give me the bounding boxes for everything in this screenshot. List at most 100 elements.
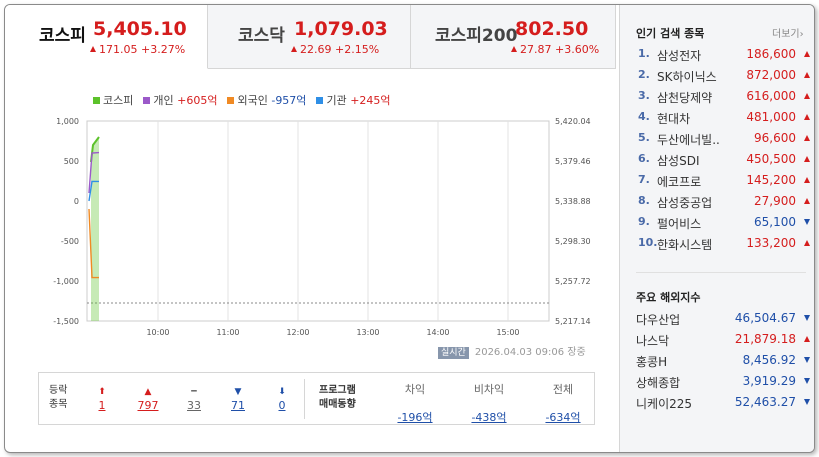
- investor-chart: 1,000 500 0 -500 -1,000 -1,500 5,420.04 5,379.4…: [53, 117, 591, 337]
- rank: 3.: [638, 89, 650, 102]
- down-triangle-icon: [804, 219, 810, 225]
- stock-price: 27,900: [754, 194, 796, 208]
- popular-item[interactable]: 10. 한화시스템 133,200: [638, 236, 810, 256]
- y-right-tick: 5,379.46: [555, 157, 591, 166]
- down-triangle-icon: [804, 378, 810, 384]
- program-column: 비차익 -438억: [459, 381, 519, 425]
- rank: 4.: [638, 110, 650, 123]
- more-link[interactable]: 더보기›: [772, 25, 804, 40]
- index-price: 8,456.92: [742, 353, 796, 367]
- tab-price: 802.50: [515, 18, 589, 40]
- program-value: -634억: [545, 411, 581, 424]
- y-right-tick: 5,420.04: [555, 117, 591, 126]
- divider: [304, 379, 305, 419]
- stock-name: 삼성SDI: [657, 154, 700, 168]
- popular-item[interactable]: 4. 현대차 481,000: [638, 110, 810, 130]
- popular-item[interactable]: 8. 삼성중공업 27,900: [638, 194, 810, 214]
- up-triangle-icon: [804, 51, 810, 57]
- program-header: 차익: [404, 383, 426, 396]
- rank: 6.: [638, 152, 650, 165]
- world-index-item[interactable]: 니케이225 52,463.27: [636, 395, 810, 415]
- index-name: 니케이225: [636, 397, 693, 411]
- up-triangle-icon: [804, 240, 810, 246]
- index-panel: 코스피 5,405.10 171.05 +3.27% 코스닥 1,079.03 …: [5, 5, 619, 452]
- popular-item[interactable]: 1. 삼성전자 186,600: [638, 47, 810, 67]
- stock-name: 삼성중공업: [657, 196, 713, 210]
- count-value: 797: [137, 399, 159, 412]
- world-index-item[interactable]: 다우산업 46,504.67: [636, 311, 810, 331]
- popular-item[interactable]: 7. 에코프로 145,200: [638, 173, 810, 193]
- tab-kosdaq[interactable]: 코스닥 1,079.03 22.69 +2.15%: [208, 5, 411, 69]
- stock-price: 616,000: [746, 89, 796, 103]
- stock-price: 481,000: [746, 110, 796, 124]
- advance-decline-count[interactable]: ⬇ 0: [269, 384, 295, 412]
- tab-change: 27.87 +3.60%: [511, 43, 599, 56]
- world-index-item[interactable]: 홍콩H 8,456.92: [636, 353, 810, 373]
- down-triangle-icon: [804, 315, 810, 321]
- program-label: 프로그램 매매동향: [319, 385, 356, 410]
- divider: [636, 272, 806, 273]
- tab-kospi200[interactable]: 코스피200 802.50 27.87 +3.60%: [411, 5, 616, 69]
- up-triangle-icon: [804, 135, 810, 141]
- stock-price: 96,600: [754, 131, 796, 145]
- x-tick: 10:00: [146, 328, 169, 337]
- plot-area: [86, 120, 550, 322]
- y-right-tick: 5,298.30: [555, 237, 591, 246]
- stock-name: 삼성전자: [657, 49, 702, 63]
- index-price: 46,504.67: [734, 311, 796, 325]
- stock-name: 펄어비스: [657, 217, 702, 231]
- y-left-tick: -1,000: [53, 277, 79, 286]
- popular-item[interactable]: 2. SK하이닉스 872,000: [638, 68, 810, 88]
- advance-decline-count[interactable]: ━ 33: [181, 384, 207, 412]
- world-title: 주요 해외지수: [636, 291, 701, 304]
- up-triangle-icon: [90, 46, 96, 52]
- world-index-item[interactable]: 나스닥 21,879.18: [636, 332, 810, 352]
- y-left-tick: -500: [61, 237, 79, 246]
- chevron-right-icon: ›: [799, 29, 804, 40]
- advance-decline-count[interactable]: ⬆ 1: [89, 384, 115, 412]
- rank: 2.: [638, 68, 650, 81]
- world-index-item[interactable]: 상해종합 3,919.29: [636, 374, 810, 394]
- tab-kospi[interactable]: 코스피 5,405.10 171.05 +3.27%: [5, 5, 208, 69]
- tab-name: 코스닥: [238, 26, 285, 46]
- popular-item[interactable]: 9. 펄어비스 65,100: [638, 215, 810, 235]
- x-tick: 12:00: [286, 328, 309, 337]
- program-header: 전체: [552, 383, 574, 396]
- index-name: 상해종합: [636, 376, 681, 390]
- x-tick: 11:00: [216, 328, 239, 337]
- rank: 1.: [638, 47, 650, 60]
- stock-price: 145,200: [746, 173, 796, 187]
- lower-limit-arrow-icon: ⬇: [278, 387, 286, 397]
- index-name: 나스닥: [636, 334, 670, 348]
- live-badge[interactable]: 실시간: [438, 347, 469, 359]
- market-widget: 코스피 5,405.10 171.05 +3.27% 코스닥 1,079.03 …: [4, 4, 815, 453]
- popular-item[interactable]: 3. 삼천당제약 616,000: [638, 89, 810, 109]
- advance-decline-count[interactable]: ▲ 797: [135, 384, 161, 412]
- up-triangle-icon: [804, 336, 810, 342]
- y-right-tick: 5,217.14: [555, 317, 591, 326]
- program-column: 차익 -196억: [385, 381, 445, 425]
- popular-item[interactable]: 6. 삼성SDI 450,500: [638, 152, 810, 172]
- advance-decline-count[interactable]: ▼ 71: [225, 384, 251, 412]
- rank: 9.: [638, 215, 650, 228]
- count-value: 0: [278, 399, 286, 412]
- y-right-tick: 5,257.72: [555, 277, 591, 286]
- down-triangle-icon: ▼: [234, 387, 242, 397]
- y-left-tick: 500: [64, 157, 79, 166]
- stock-price: 186,600: [746, 47, 796, 61]
- index-price: 21,879.18: [734, 332, 796, 346]
- index-name: 다우산업: [636, 313, 681, 327]
- stock-name: 한화시스템: [657, 238, 713, 252]
- up-triangle-icon: [804, 198, 810, 204]
- popular-item[interactable]: 5. 두산에너빌.. 96,600: [638, 131, 810, 151]
- x-tick: 13:00: [356, 328, 379, 337]
- stock-name: 현대차: [657, 112, 691, 126]
- program-value: -438억: [471, 411, 507, 424]
- count-value: 1: [98, 399, 106, 412]
- rank: 5.: [638, 131, 650, 144]
- program-header: 비차익: [473, 383, 505, 396]
- stock-name: 삼천당제약: [657, 91, 713, 105]
- index-price: 52,463.27: [734, 395, 796, 409]
- index-tabs: 코스피 5,405.10 171.05 +3.27% 코스닥 1,079.03 …: [5, 5, 616, 69]
- y-left-tick: 1,000: [56, 117, 79, 126]
